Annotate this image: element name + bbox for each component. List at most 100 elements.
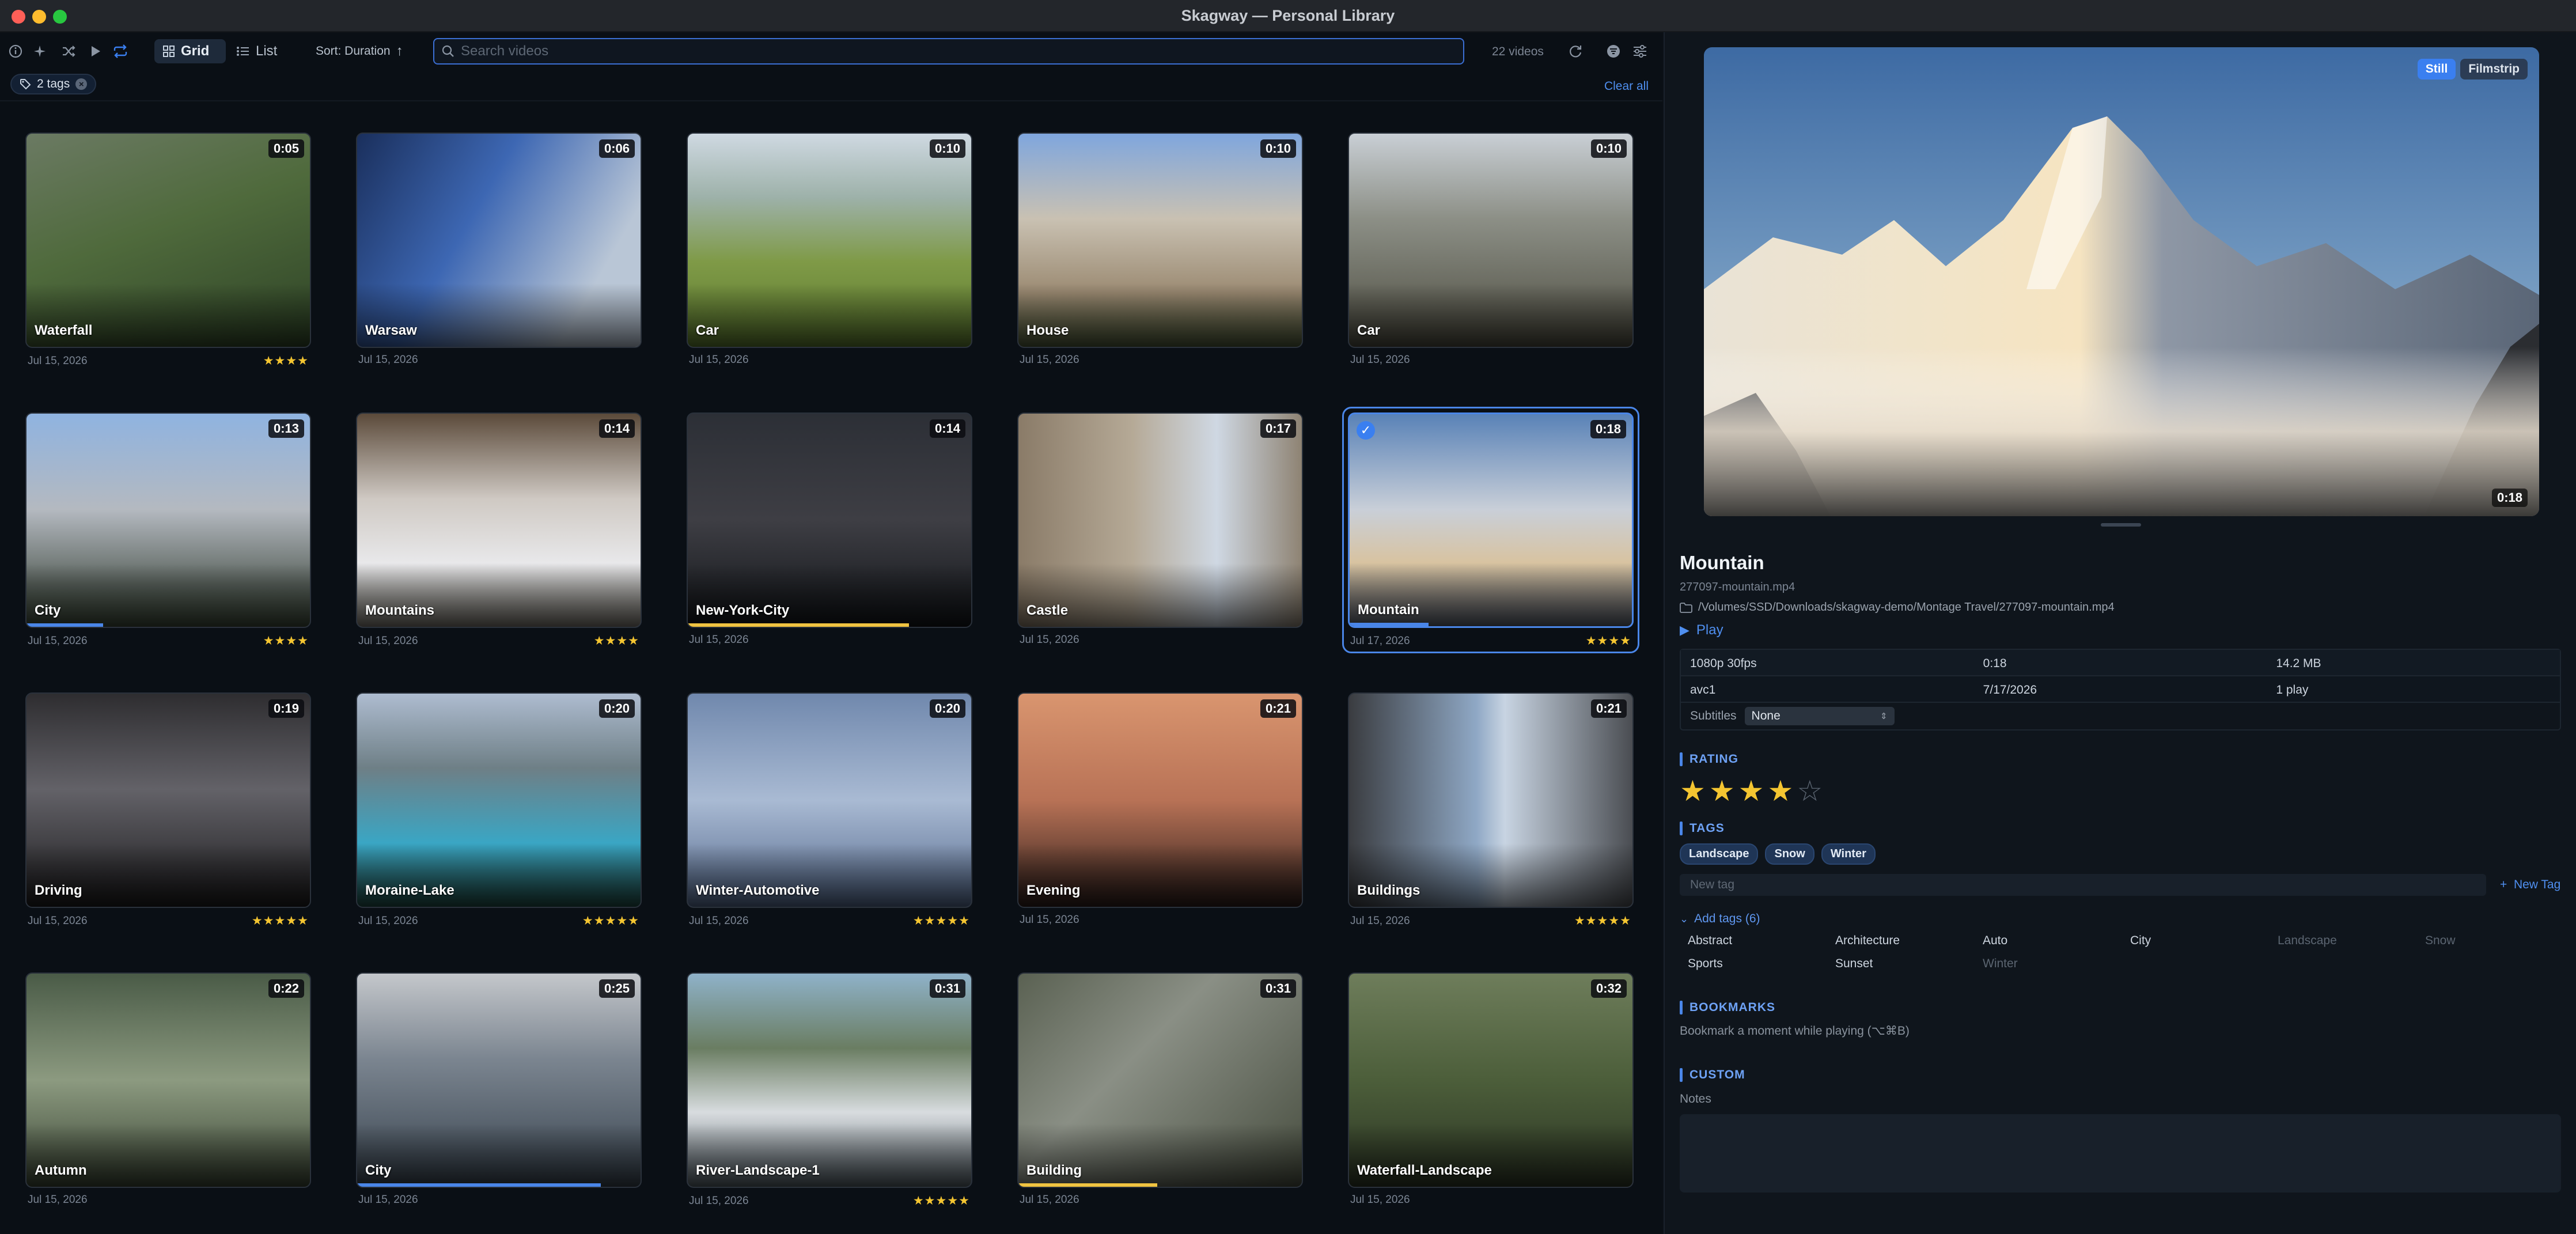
star-icon[interactable]: ★ bbox=[1680, 775, 1709, 807]
video-thumbnail[interactable]: 0:10 Car bbox=[1348, 133, 1634, 348]
video-card[interactable]: 0:06 Warsaw Jul 15, 2026 bbox=[356, 133, 642, 366]
tag-filter-chip[interactable]: 2 tags × bbox=[10, 74, 97, 94]
video-thumbnail[interactable]: 0:20 Moraine-Lake bbox=[356, 692, 642, 908]
sparkle-icon[interactable] bbox=[32, 43, 50, 60]
video-thumbnail[interactable]: 0:05 Waterfall bbox=[25, 133, 311, 348]
still-mode-button[interactable]: Still bbox=[2417, 59, 2456, 80]
video-name: New-York-City bbox=[696, 603, 790, 618]
subtitles-label: Subtitles bbox=[1690, 709, 1737, 722]
video-preview[interactable]: Still Filmstrip 0:18 bbox=[1704, 47, 2539, 516]
video-thumbnail[interactable]: 0:22 Autumn bbox=[25, 972, 311, 1188]
star-icon[interactable]: ★ bbox=[1767, 775, 1797, 807]
tag-pill[interactable]: Snow bbox=[1765, 843, 1814, 865]
duration-badge: 0:14 bbox=[929, 419, 965, 438]
tag-pill[interactable]: Landscape bbox=[1680, 843, 1759, 865]
video-card[interactable]: 0:10 Car Jul 15, 2026 bbox=[1348, 133, 1634, 366]
video-card[interactable]: 0:21 Buildings Jul 15, 2026 ★★★★★ bbox=[1348, 692, 1634, 928]
available-tags: Abstract Architecture Auto City Landscape Sno… bbox=[1680, 934, 2561, 971]
tag-pill[interactable]: Winter bbox=[1821, 843, 1876, 865]
video-card[interactable]: 0:14 New-York-City Jul 15, 2026 bbox=[687, 412, 972, 646]
video-card[interactable]: 0:05 Waterfall Jul 15, 2026 ★★★★ bbox=[25, 133, 311, 368]
play-icon[interactable] bbox=[86, 43, 104, 60]
subtitles-select[interactable]: None ⇕ bbox=[1744, 707, 1895, 725]
video-path[interactable]: /Volumes/SSD/Downloads/skagway-demo/Mont… bbox=[1680, 601, 2561, 614]
video-name: Winter-Automotive bbox=[696, 883, 820, 898]
video-thumbnail[interactable]: 0:13 City bbox=[25, 412, 311, 628]
video-thumbnail[interactable]: 0:21 Evening bbox=[1017, 692, 1303, 908]
sort-button[interactable]: Sort: Duration ↑ bbox=[316, 39, 403, 63]
filmstrip-mode-button[interactable]: Filmstrip bbox=[2460, 59, 2528, 80]
video-thumbnail[interactable]: 0:20 Winter-Automotive bbox=[687, 692, 972, 908]
remove-filter-icon[interactable]: × bbox=[75, 78, 88, 90]
video-thumbnail[interactable]: 0:17 Castle bbox=[1017, 412, 1303, 628]
video-meta: Jul 15, 2026 bbox=[687, 634, 972, 646]
video-thumbnail[interactable]: 0:14 Mountains bbox=[356, 412, 642, 628]
duration-badge: 0:05 bbox=[268, 139, 304, 158]
video-card[interactable]: 0:32 Waterfall-Landscape Jul 15, 2026 bbox=[1348, 972, 1634, 1206]
video-thumbnail[interactable]: ✓ 0:18 Mountain bbox=[1348, 412, 1634, 628]
video-thumbnail[interactable]: 0:31 Building bbox=[1017, 972, 1303, 1188]
available-tag[interactable]: Snow bbox=[2425, 934, 2573, 948]
video-thumbnail[interactable]: 0:31 River-Landscape-1 bbox=[687, 972, 972, 1188]
video-card[interactable]: 0:22 Autumn Jul 15, 2026 bbox=[25, 972, 311, 1206]
video-card[interactable]: 0:20 Winter-Automotive Jul 15, 2026 ★★★★★ bbox=[687, 692, 972, 928]
notes-field[interactable] bbox=[1680, 1114, 2561, 1193]
video-card[interactable]: 0:14 Mountains Jul 15, 2026 ★★★★ bbox=[356, 412, 642, 648]
filter-icon[interactable] bbox=[1605, 43, 1622, 60]
video-card[interactable]: 0:31 River-Landscape-1 Jul 15, 2026 ★★★★★ bbox=[687, 972, 972, 1208]
video-card[interactable]: 0:25 City Jul 15, 2026 bbox=[356, 972, 642, 1206]
video-card[interactable]: 0:10 House Jul 15, 2026 bbox=[1017, 133, 1303, 366]
bookmarks-hint: Bookmark a moment while playing (⌥⌘B) bbox=[1680, 1024, 1910, 1038]
available-tag[interactable]: Abstract bbox=[1688, 934, 1835, 948]
video-date: Jul 15, 2026 bbox=[1350, 354, 1410, 366]
rating-label: RATING bbox=[1689, 752, 1738, 766]
checkmark-icon[interactable]: ✓ bbox=[1357, 421, 1375, 440]
sliders-icon[interactable] bbox=[1631, 43, 1649, 60]
grid-view-button[interactable]: Grid bbox=[154, 39, 226, 63]
video-card[interactable]: 0:17 Castle Jul 15, 2026 bbox=[1017, 412, 1303, 646]
rating-stars[interactable]: ★★★★☆ bbox=[1680, 774, 2561, 808]
star-icon[interactable]: ★ bbox=[1709, 775, 1738, 807]
info-icon[interactable] bbox=[7, 43, 24, 60]
search-input[interactable] bbox=[461, 43, 1440, 59]
video-thumbnail[interactable]: 0:10 Car bbox=[687, 133, 972, 348]
custom-label: CUSTOM bbox=[1689, 1068, 1745, 1081]
play-button[interactable]: ▶ Play bbox=[1680, 622, 2561, 638]
video-card[interactable]: 0:19 Driving Jul 15, 2026 ★★★★★ bbox=[25, 692, 311, 928]
new-tag-button[interactable]: + New Tag bbox=[2500, 878, 2560, 892]
clear-all-link[interactable]: Clear all bbox=[1604, 80, 1649, 93]
video-date: Jul 15, 2026 bbox=[1020, 914, 1079, 926]
list-view-button[interactable]: List bbox=[233, 39, 296, 63]
available-tag[interactable]: Winter bbox=[1983, 957, 2130, 971]
video-thumbnail[interactable]: 0:21 Buildings bbox=[1348, 692, 1634, 908]
section-bar bbox=[1680, 822, 1683, 835]
video-card[interactable]: 0:31 Building Jul 15, 2026 bbox=[1017, 972, 1303, 1206]
search-box[interactable] bbox=[433, 38, 1464, 65]
video-card[interactable]: 0:10 Car Jul 15, 2026 bbox=[687, 133, 972, 366]
tag-list: Landscape Snow Winter bbox=[1680, 843, 2561, 865]
available-tag[interactable]: Auto bbox=[1983, 934, 2130, 948]
add-tags-toggle[interactable]: ⌄ Add tags (6) bbox=[1680, 912, 2561, 926]
new-tag-input[interactable] bbox=[1680, 874, 2486, 896]
video-thumbnail[interactable]: 0:25 City bbox=[356, 972, 642, 1188]
video-thumbnail[interactable]: 0:10 House bbox=[1017, 133, 1303, 348]
video-card[interactable]: 0:20 Moraine-Lake Jul 15, 2026 ★★★★★ bbox=[356, 692, 642, 928]
video-thumbnail[interactable]: 0:06 Warsaw bbox=[356, 133, 642, 348]
refresh-icon[interactable] bbox=[1567, 43, 1584, 60]
video-card[interactable]: ✓ 0:18 Mountain Jul 17, 2026 ★★★★ bbox=[1342, 407, 1639, 653]
resize-handle[interactable] bbox=[2101, 523, 2141, 527]
video-thumbnail[interactable]: 0:19 Driving bbox=[25, 692, 311, 908]
star-icon[interactable]: ☆ bbox=[1797, 775, 1826, 807]
star-icon[interactable]: ★ bbox=[1738, 775, 1768, 807]
video-thumbnail[interactable]: 0:14 New-York-City bbox=[687, 412, 972, 628]
available-tag[interactable]: Architecture bbox=[1835, 934, 1983, 948]
available-tag[interactable]: City bbox=[2130, 934, 2278, 948]
repeat-icon[interactable] bbox=[112, 43, 129, 60]
available-tag[interactable]: Sunset bbox=[1835, 957, 1983, 971]
video-thumbnail[interactable]: 0:32 Waterfall-Landscape bbox=[1348, 972, 1634, 1188]
shuffle-icon[interactable] bbox=[60, 43, 77, 60]
video-card[interactable]: 0:21 Evening Jul 15, 2026 bbox=[1017, 692, 1303, 926]
available-tag[interactable]: Landscape bbox=[2278, 934, 2425, 948]
available-tag[interactable]: Sports bbox=[1688, 957, 1835, 971]
video-card[interactable]: 0:13 City Jul 15, 2026 ★★★★ bbox=[25, 412, 311, 648]
